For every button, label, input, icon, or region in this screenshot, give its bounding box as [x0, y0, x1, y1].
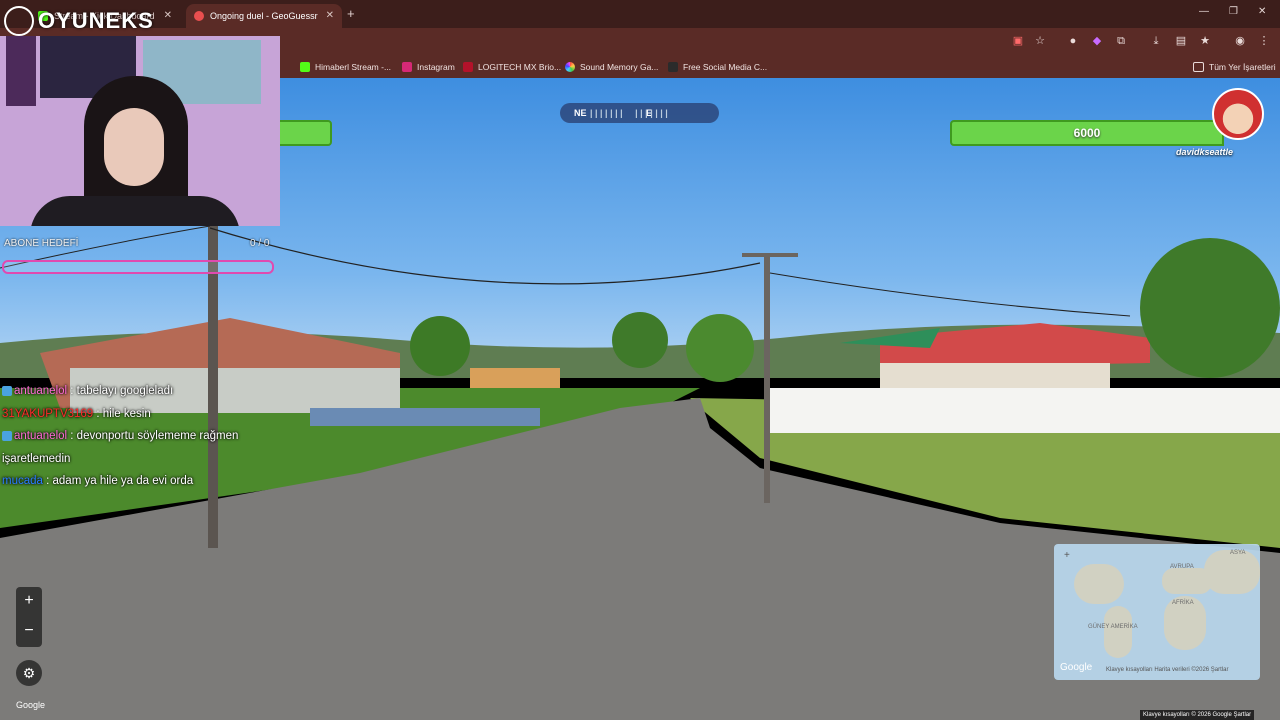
bookmark-instagram[interactable]: Instagram: [402, 60, 455, 74]
streamer-face: [104, 108, 164, 186]
tab-label: Ongoing duel - GeoGuessr: [210, 11, 318, 21]
chat-message: antuanelol : tabelayı googleladı: [2, 380, 272, 403]
chat-text: : hile kesin: [96, 407, 151, 420]
compass-ne: NE: [574, 108, 587, 118]
chat-message: mucada : adam ya hile ya da evi orda: [2, 470, 272, 493]
zoom-in-button[interactable]: +: [16, 587, 42, 617]
bookmark-label: LOGITECH MX Brio...: [478, 62, 562, 72]
instagram-icon: [402, 62, 412, 72]
geoguessr-icon: [194, 11, 204, 21]
folder-icon: [1193, 62, 1204, 72]
sub-goal-label: ABONE HEDEFİ: [4, 238, 79, 249]
puzzle-icon[interactable]: ⧉: [1115, 35, 1127, 47]
opponent-health-value: 6000: [1073, 126, 1101, 140]
bookmark-sound-memory[interactable]: Sound Memory Ga...: [565, 60, 658, 74]
opponent-avatar: [1212, 88, 1264, 140]
chat-message: antuanelol : devonportu söylememe rağmen…: [2, 425, 272, 470]
close-tab-icon[interactable]: ✕: [326, 10, 334, 21]
webcam-overlay: [0, 36, 280, 226]
kick-icon: [300, 62, 310, 72]
menu-icon[interactable]: ⋮: [1258, 35, 1270, 47]
sub-goal-bar: [2, 260, 274, 274]
map-zoom-in-icon[interactable]: +: [1064, 550, 1070, 561]
attribution: Klavye kısayolları © 2026 Google Şartlar: [1140, 710, 1255, 720]
opponent-name: davidkseattle: [1176, 147, 1234, 157]
wall-posters: [6, 36, 36, 106]
tab-strip: Stream - Kick Dashboard ✕ Ongoing duel -…: [0, 0, 1280, 28]
bookmark-star-icon[interactable]: ★: [1199, 35, 1211, 47]
all-bookmarks-label: Tüm Yer İşaretleri: [1209, 62, 1276, 72]
tab-geoguessr[interactable]: Ongoing duel - GeoGuessr ✕: [186, 4, 342, 28]
close-window-icon[interactable]: ✕: [1258, 6, 1266, 17]
bookmark-label: Sound Memory Ga...: [580, 62, 659, 72]
download-icon[interactable]: ⤓: [1150, 35, 1162, 47]
star-icon[interactable]: ☆: [1034, 35, 1046, 47]
player-health-bar: [278, 120, 332, 146]
chat-user: mucada: [2, 475, 43, 487]
chat-user: 31YAKUPTV3169: [2, 407, 94, 420]
map-label: ASYA: [1230, 550, 1246, 556]
profile-icon[interactable]: ◉: [1234, 35, 1246, 47]
chat-user: antuanelol: [14, 385, 68, 397]
google-logo: Google: [16, 700, 46, 710]
bookmark-label: Instagram: [417, 62, 455, 72]
bookmark-label: Free Social Media C...: [683, 62, 768, 72]
continent-south-america: [1104, 606, 1132, 658]
map-footer: Klavye kısayolları Harita verileri ©2026…: [1106, 667, 1229, 673]
extension-icon[interactable]: ◆: [1091, 35, 1103, 47]
sub-goal-count: 0 / 0: [250, 238, 270, 249]
map-label: AFRİKA: [1172, 600, 1194, 606]
restore-icon[interactable]: ❐: [1229, 6, 1238, 17]
opponent-health-bar: 6000: [950, 120, 1224, 146]
continent-north-america: [1074, 564, 1124, 604]
social-icon: [668, 62, 678, 72]
continent-asia: [1204, 550, 1260, 594]
map-google-logo: Google: [1060, 662, 1093, 673]
sidebar-icon[interactable]: ▤: [1175, 35, 1187, 47]
guess-map[interactable]: ASYA AVRUPA AFRİKA GÜNEY AMERİKA +: [1054, 544, 1260, 680]
zoom-control: + −: [16, 587, 42, 647]
map-label: GÜNEY AMERİKA: [1088, 624, 1138, 630]
chat-user: antuanelol: [14, 430, 68, 442]
zoom-out-button[interactable]: −: [16, 617, 42, 647]
logitech-icon: [463, 62, 473, 72]
chat-text: : tabelayı googleladı: [70, 385, 174, 397]
logo-icon: [4, 6, 34, 36]
new-tab-button[interactable]: +: [347, 6, 355, 21]
channel-logo: OYUNEKS: [0, 4, 154, 38]
badge-icon: [2, 430, 12, 441]
map-label: AVRUPA: [1170, 564, 1194, 570]
minimize-icon[interactable]: —: [1199, 6, 1209, 17]
cast-icon[interactable]: ▣: [1012, 35, 1024, 47]
logo-text: OYUNEKS: [38, 8, 154, 33]
extension-icon[interactable]: ●: [1067, 35, 1079, 47]
close-tab-icon[interactable]: ✕: [164, 10, 172, 21]
chat-overlay: antuanelol : tabelayı googleladı 31YAKUP…: [2, 380, 272, 493]
bookmark-himaberl[interactable]: Himaberl Stream -...: [300, 60, 391, 74]
chat-message: 31YAKUPTV3169 : hile kesin: [2, 403, 272, 426]
compass: NE E | | | | | | | | | | | | | |: [560, 103, 719, 123]
badge-icon: [2, 385, 12, 396]
bookmark-logitech[interactable]: LOGITECH MX Brio...: [463, 60, 561, 74]
settings-gear-icon[interactable]: ⚙: [16, 660, 42, 686]
bookmark-label: Himaberl Stream -...: [315, 62, 392, 72]
chat-text: : adam ya hile ya da evi orda: [46, 475, 194, 487]
all-bookmarks[interactable]: Tüm Yer İşaretleri: [1193, 60, 1276, 74]
compass-ticks: | | | | | | | | | | | | | |: [590, 108, 668, 118]
bookmark-social-media[interactable]: Free Social Media C...: [668, 60, 767, 74]
game-icon: [565, 62, 575, 72]
streamer-body: [30, 196, 240, 226]
